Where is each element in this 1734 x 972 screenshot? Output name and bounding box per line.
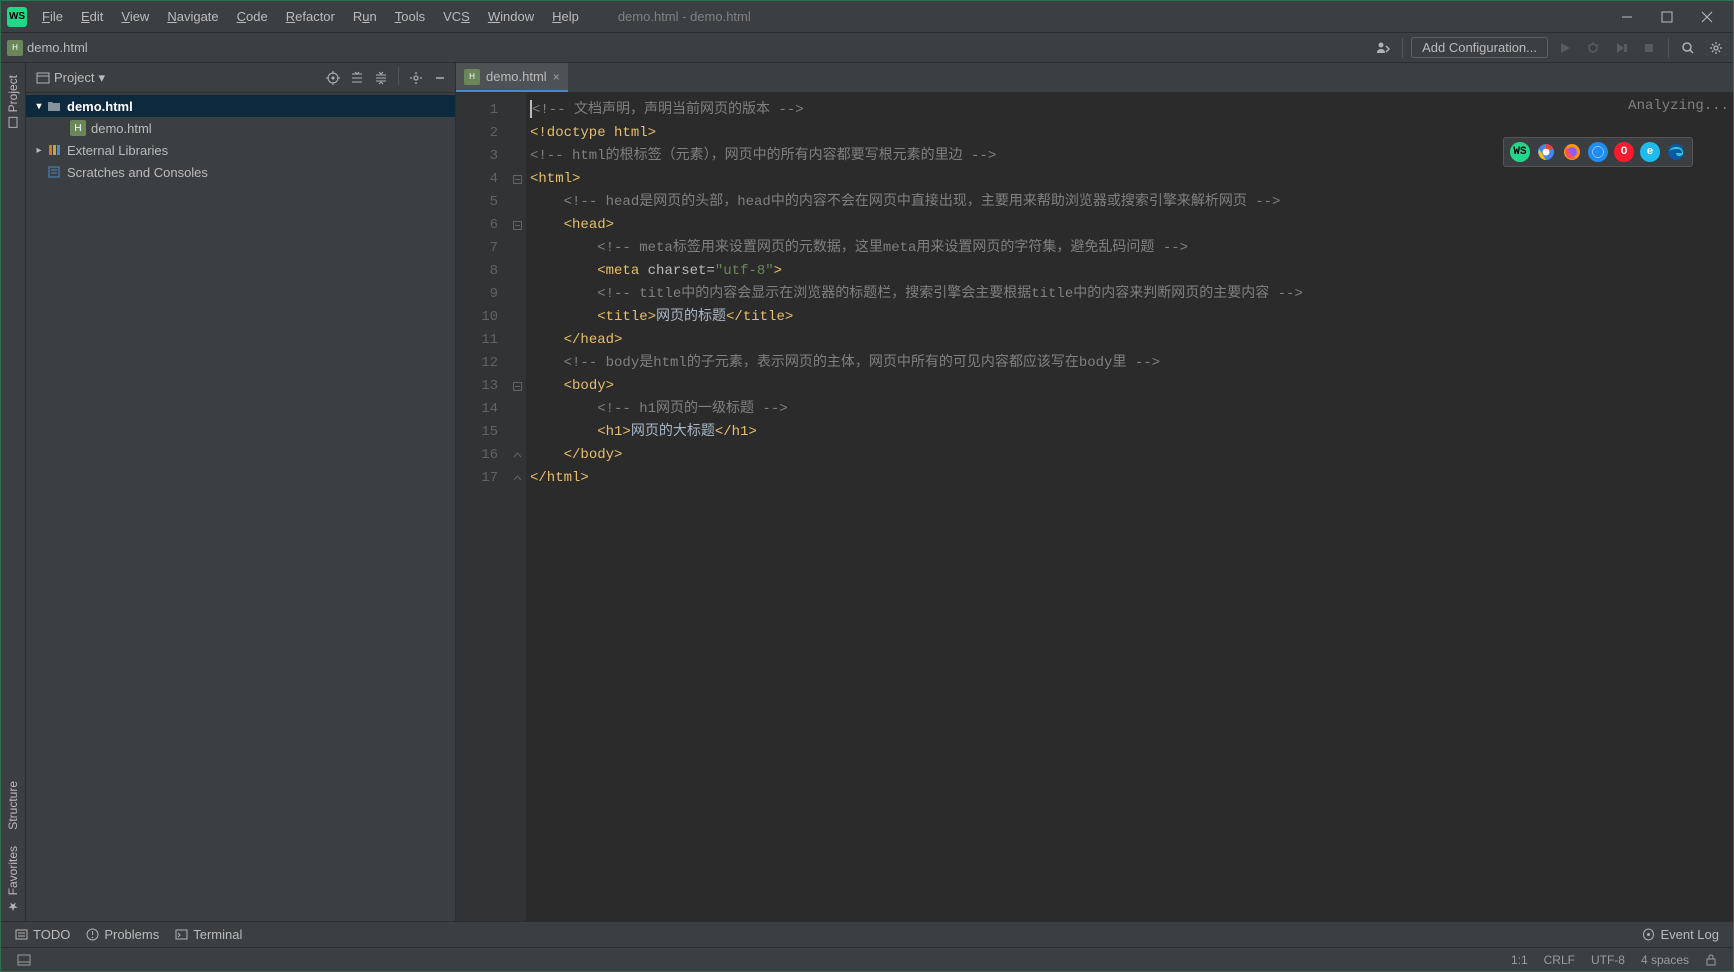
- menu-file[interactable]: File: [33, 5, 72, 28]
- window-close-button[interactable]: [1687, 3, 1727, 31]
- locate-file-icon[interactable]: [322, 67, 344, 89]
- tree-root[interactable]: ▾ demo.html: [26, 95, 455, 117]
- run-with-coverage-button[interactable]: [1610, 37, 1632, 59]
- tree-root-label: demo.html: [67, 99, 133, 114]
- chevron-down-icon: ▾: [32, 101, 46, 112]
- code-editor[interactable]: 1234567891011121314151617 <!-- 文档声明，声明当前…: [456, 93, 1733, 921]
- left-tool-stripe: Project Structure ★ Favorites: [1, 63, 26, 921]
- analysis-status: Analyzing...: [1628, 95, 1729, 118]
- menubar: WS FileEditViewNavigateCodeRefactorRunTo…: [1, 1, 1733, 33]
- html-file-icon: H: [70, 120, 86, 136]
- menu-window[interactable]: Window: [479, 5, 543, 28]
- problems-tool-button[interactable]: Problems: [78, 925, 167, 944]
- menu-help[interactable]: Help: [543, 5, 588, 28]
- editor-tab[interactable]: H demo.html ×: [456, 63, 568, 92]
- menu-navigate[interactable]: Navigate: [158, 5, 227, 28]
- folder-icon: [46, 98, 62, 114]
- scratches-icon: [46, 164, 62, 180]
- breadcrumb-file: demo.html: [27, 40, 88, 55]
- search-everywhere-button[interactable]: [1677, 37, 1699, 59]
- file-encoding[interactable]: UTF-8: [1583, 953, 1633, 967]
- line-numbers: 1234567891011121314151617: [456, 93, 508, 921]
- tool-settings-icon[interactable]: [405, 67, 427, 89]
- project-tree[interactable]: ▾ demo.html H demo.html ▸ External Libra…: [26, 93, 455, 921]
- bottom-tool-stripe: TODO Problems Terminal Event Log: [1, 921, 1733, 947]
- tool-structure-button[interactable]: Structure: [6, 773, 20, 838]
- terminal-tool-button[interactable]: Terminal: [167, 925, 250, 944]
- menu-edit[interactable]: Edit: [72, 5, 112, 28]
- menu-run[interactable]: Run: [344, 5, 386, 28]
- navigation-bar: H demo.html Add Configuration...: [1, 33, 1733, 63]
- open-in-ie-icon[interactable]: e: [1640, 142, 1660, 162]
- debug-button[interactable]: [1582, 37, 1604, 59]
- fold-column[interactable]: [508, 93, 526, 921]
- editor-tab-label: demo.html: [486, 69, 547, 84]
- open-in-opera-icon[interactable]: O: [1614, 142, 1634, 162]
- chevron-right-icon: ▸: [32, 145, 46, 156]
- code-content[interactable]: <!-- 文档声明，声明当前网页的版本 --><!doctype html><!…: [526, 93, 1733, 921]
- readonly-lock-icon[interactable]: [1697, 954, 1725, 966]
- menu-vcs[interactable]: VCS: [434, 5, 479, 28]
- run-button[interactable]: [1554, 37, 1576, 59]
- show-tool-windows-button[interactable]: [9, 953, 39, 967]
- library-icon: [46, 142, 62, 158]
- tree-scratches-label: Scratches and Consoles: [67, 165, 208, 180]
- editor: H demo.html × 1234567891011121314151617 …: [456, 63, 1733, 921]
- menu-refactor[interactable]: Refactor: [277, 5, 344, 28]
- editor-tabs: H demo.html ×: [456, 63, 1733, 93]
- html-file-icon: H: [7, 40, 23, 56]
- tree-scratches[interactable]: Scratches and Consoles: [26, 161, 455, 183]
- settings-button[interactable]: [1705, 37, 1727, 59]
- app-icon: WS: [7, 7, 27, 27]
- html-file-icon: H: [464, 69, 480, 85]
- stop-button[interactable]: [1638, 37, 1660, 59]
- expand-all-icon[interactable]: [346, 67, 368, 89]
- run-configuration-dropdown[interactable]: Add Configuration...: [1411, 37, 1548, 58]
- window-maximize-button[interactable]: [1647, 3, 1687, 31]
- project-tool-header: Project ▾: [26, 63, 455, 93]
- code-with-me-icon[interactable]: [1372, 37, 1394, 59]
- tree-external-libraries[interactable]: ▸ External Libraries: [26, 139, 455, 161]
- browser-preview-bar: WS O e: [1503, 137, 1693, 167]
- open-in-safari-icon[interactable]: [1588, 142, 1608, 162]
- window-minimize-button[interactable]: [1607, 3, 1647, 31]
- breadcrumb[interactable]: H demo.html: [7, 40, 88, 56]
- todo-tool-button[interactable]: TODO: [7, 925, 78, 944]
- event-log-button[interactable]: Event Log: [1634, 925, 1727, 944]
- project-view-label: Project: [54, 70, 94, 85]
- work-area: Project Structure ★ Favorites Project ▾: [1, 63, 1733, 921]
- hide-tool-icon[interactable]: [429, 67, 451, 89]
- close-tab-icon[interactable]: ×: [553, 70, 560, 84]
- project-view-dropdown[interactable]: Project ▾: [30, 68, 111, 88]
- collapse-all-icon[interactable]: [370, 67, 392, 89]
- tool-favorites-button[interactable]: ★ Favorites: [6, 838, 20, 921]
- open-in-firefox-icon[interactable]: [1562, 142, 1582, 162]
- tool-project-button[interactable]: Project: [6, 67, 20, 136]
- open-in-chrome-icon[interactable]: [1536, 142, 1556, 162]
- menu-tools[interactable]: Tools: [386, 5, 434, 28]
- open-in-edge-icon[interactable]: [1666, 142, 1686, 162]
- cursor-position[interactable]: 1:1: [1503, 953, 1536, 967]
- project-tool-window: Project ▾ ▾ demo.html H d: [26, 63, 456, 921]
- chevron-down-icon: ▾: [98, 70, 105, 86]
- indent-settings[interactable]: 4 spaces: [1633, 953, 1697, 967]
- tree-libs-label: External Libraries: [67, 143, 168, 158]
- line-separator[interactable]: CRLF: [1536, 953, 1583, 967]
- window-title: demo.html - demo.html: [618, 9, 751, 24]
- menu-code[interactable]: Code: [228, 5, 277, 28]
- menu-view[interactable]: View: [112, 5, 158, 28]
- tree-file[interactable]: H demo.html: [26, 117, 455, 139]
- open-in-webstorm-icon[interactable]: WS: [1510, 142, 1530, 162]
- status-bar: 1:1 CRLF UTF-8 4 spaces: [1, 947, 1733, 971]
- tree-file-label: demo.html: [91, 121, 152, 136]
